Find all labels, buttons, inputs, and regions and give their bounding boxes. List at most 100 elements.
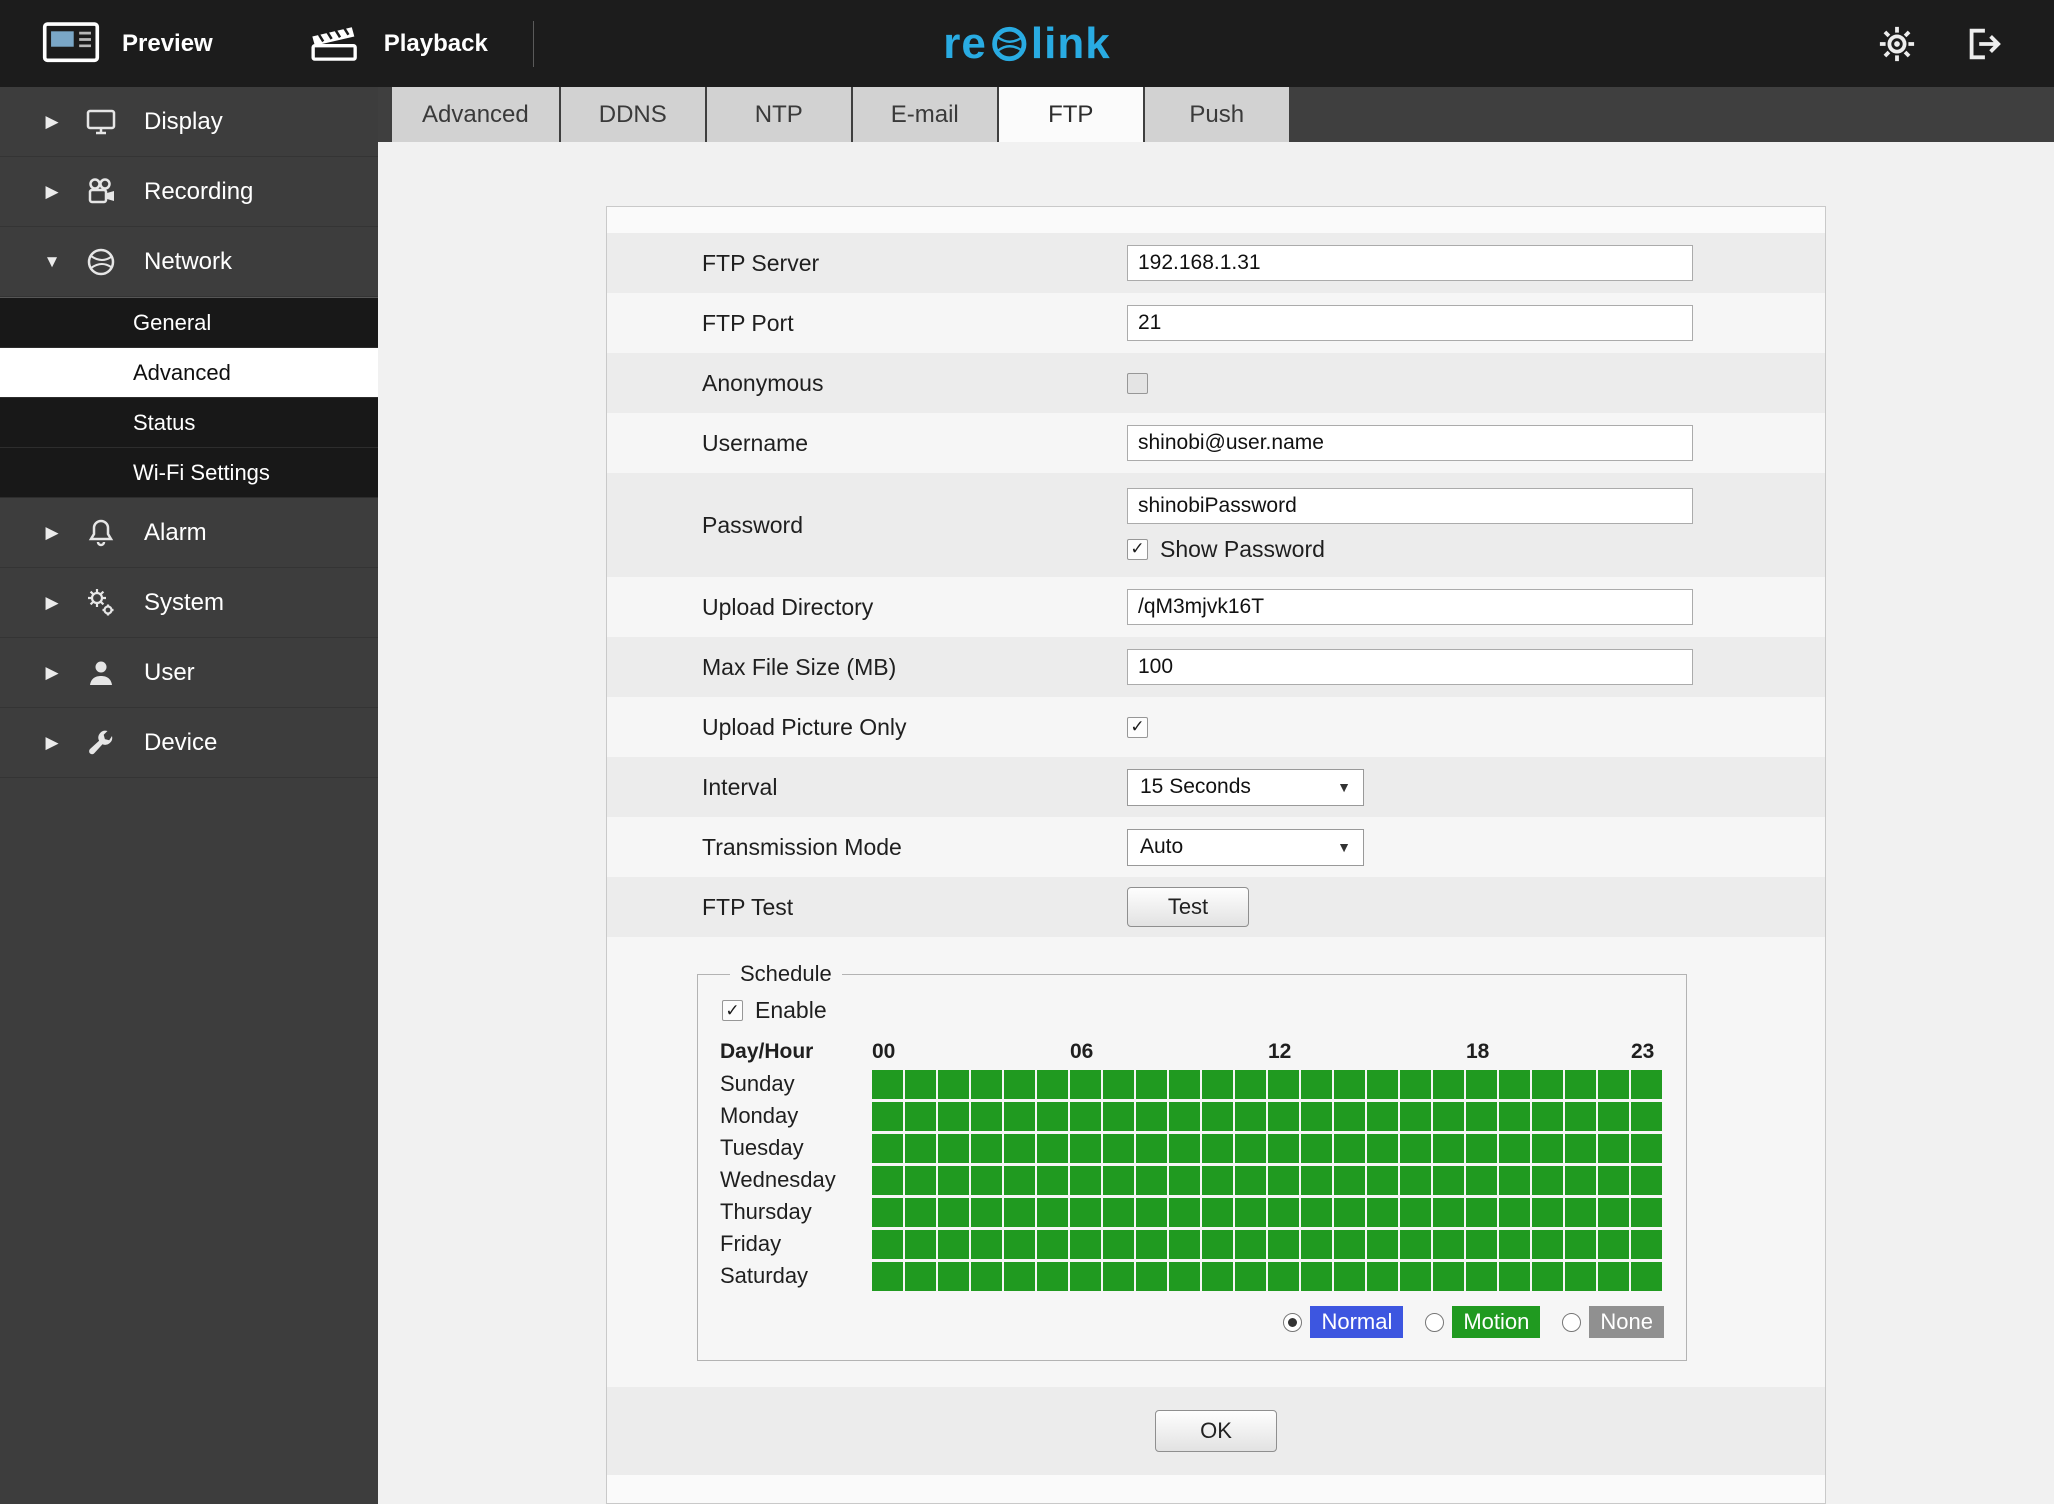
schedule-cell[interactable] xyxy=(1136,1069,1167,1099)
schedule-cell[interactable] xyxy=(938,1069,969,1099)
schedule-cell[interactable] xyxy=(1367,1165,1398,1195)
schedule-cell[interactable] xyxy=(1466,1261,1497,1291)
schedule-cell[interactable] xyxy=(1169,1101,1200,1131)
schedule-cell[interactable] xyxy=(1598,1229,1629,1259)
schedule-cell[interactable] xyxy=(1202,1133,1233,1163)
ftp-server-input[interactable] xyxy=(1127,245,1693,281)
schedule-cell[interactable] xyxy=(1004,1165,1035,1195)
ftp-port-input[interactable] xyxy=(1127,305,1693,341)
schedule-cell[interactable] xyxy=(1202,1101,1233,1131)
sidebar-item-device[interactable]: ▶ Device xyxy=(0,708,378,778)
schedule-cell[interactable] xyxy=(1565,1069,1596,1099)
schedule-cell[interactable] xyxy=(1136,1197,1167,1227)
schedule-cell[interactable] xyxy=(1037,1101,1068,1131)
ok-button[interactable]: OK xyxy=(1155,1410,1277,1452)
schedule-cell[interactable] xyxy=(1070,1261,1101,1291)
schedule-cell[interactable] xyxy=(1400,1101,1431,1131)
schedule-cell[interactable] xyxy=(905,1165,936,1195)
schedule-cell[interactable] xyxy=(971,1165,1002,1195)
sidebar-item-user[interactable]: ▶ User xyxy=(0,638,378,708)
schedule-enable-checkbox[interactable] xyxy=(722,1000,743,1021)
schedule-cell[interactable] xyxy=(872,1229,903,1259)
schedule-cell[interactable] xyxy=(1103,1261,1134,1291)
tab-ntp[interactable]: NTP xyxy=(706,87,851,142)
tab-advanced[interactable]: Advanced xyxy=(392,87,559,142)
preview-nav[interactable]: Preview xyxy=(42,21,213,67)
schedule-cell[interactable] xyxy=(971,1069,1002,1099)
transmission-mode-select[interactable]: Auto ▼ xyxy=(1127,828,1364,866)
schedule-cell[interactable] xyxy=(1334,1165,1365,1195)
sidebar-subitem-status[interactable]: Status xyxy=(0,398,378,448)
schedule-cell[interactable] xyxy=(1202,1197,1233,1227)
schedule-cell[interactable] xyxy=(1499,1069,1530,1099)
schedule-cell[interactable] xyxy=(1235,1101,1266,1131)
schedule-cell[interactable] xyxy=(1631,1101,1662,1131)
schedule-cell[interactable] xyxy=(1004,1197,1035,1227)
schedule-cell[interactable] xyxy=(971,1101,1002,1131)
schedule-cell[interactable] xyxy=(938,1133,969,1163)
schedule-cell[interactable] xyxy=(1235,1165,1266,1195)
schedule-cell[interactable] xyxy=(938,1261,969,1291)
show-password-checkbox[interactable] xyxy=(1127,538,1148,560)
schedule-cell[interactable] xyxy=(1301,1101,1332,1131)
expand-arrow-icon[interactable]: ▶ xyxy=(40,733,64,753)
schedule-cell[interactable] xyxy=(1037,1261,1068,1291)
schedule-cell[interactable] xyxy=(1202,1229,1233,1259)
schedule-cell[interactable] xyxy=(1499,1165,1530,1195)
schedule-cell[interactable] xyxy=(1367,1229,1398,1259)
expand-arrow-icon[interactable]: ▶ xyxy=(40,523,64,543)
schedule-cell[interactable] xyxy=(1037,1133,1068,1163)
schedule-cell[interactable] xyxy=(1631,1165,1662,1195)
schedule-cell[interactable] xyxy=(1301,1069,1332,1099)
schedule-cell[interactable] xyxy=(1070,1069,1101,1099)
schedule-cell[interactable] xyxy=(1136,1229,1167,1259)
sidebar-item-recording[interactable]: ▶ Recording xyxy=(0,157,378,227)
schedule-cell[interactable] xyxy=(905,1197,936,1227)
schedule-cell[interactable] xyxy=(1070,1197,1101,1227)
schedule-cell[interactable] xyxy=(1400,1069,1431,1099)
sidebar-item-network[interactable]: ▼ Network xyxy=(0,227,378,297)
expand-arrow-icon[interactable]: ▶ xyxy=(40,593,64,613)
schedule-cell[interactable] xyxy=(1598,1069,1629,1099)
schedule-cell[interactable] xyxy=(971,1229,1002,1259)
schedule-cell[interactable] xyxy=(1004,1261,1035,1291)
schedule-cell[interactable] xyxy=(1433,1069,1464,1099)
tab-push[interactable]: Push xyxy=(1144,87,1289,142)
schedule-cell[interactable] xyxy=(905,1261,936,1291)
schedule-cell[interactable] xyxy=(1631,1197,1662,1227)
schedule-cell[interactable] xyxy=(938,1229,969,1259)
schedule-cell[interactable] xyxy=(1433,1133,1464,1163)
schedule-cell[interactable] xyxy=(905,1229,936,1259)
schedule-cell[interactable] xyxy=(1070,1165,1101,1195)
schedule-cell[interactable] xyxy=(1433,1101,1464,1131)
upload-picture-only-checkbox[interactable] xyxy=(1127,716,1148,738)
sidebar-subitem-wifi-settings[interactable]: Wi-Fi Settings xyxy=(0,448,378,498)
schedule-cell[interactable] xyxy=(1631,1069,1662,1099)
schedule-cell[interactable] xyxy=(1532,1229,1563,1259)
schedule-cell[interactable] xyxy=(1037,1229,1068,1259)
sidebar-item-display[interactable]: ▶ Display xyxy=(0,87,378,157)
schedule-cell[interactable] xyxy=(1466,1229,1497,1259)
schedule-cell[interactable] xyxy=(1037,1197,1068,1227)
schedule-cell[interactable] xyxy=(1466,1165,1497,1195)
schedule-cell[interactable] xyxy=(1235,1133,1266,1163)
schedule-cell[interactable] xyxy=(872,1165,903,1195)
schedule-cell[interactable] xyxy=(872,1069,903,1099)
upload-directory-input[interactable] xyxy=(1127,589,1693,625)
anonymous-checkbox[interactable] xyxy=(1127,372,1148,394)
schedule-cell[interactable] xyxy=(1334,1133,1365,1163)
sidebar-item-system[interactable]: ▶ System xyxy=(0,568,378,638)
schedule-cell[interactable] xyxy=(1400,1165,1431,1195)
schedule-cell[interactable] xyxy=(1598,1261,1629,1291)
schedule-cell[interactable] xyxy=(872,1261,903,1291)
schedule-cell[interactable] xyxy=(1169,1133,1200,1163)
schedule-cell[interactable] xyxy=(1235,1261,1266,1291)
schedule-cell[interactable] xyxy=(1268,1069,1299,1099)
schedule-cell[interactable] xyxy=(1136,1165,1167,1195)
schedule-cell[interactable] xyxy=(1565,1261,1596,1291)
schedule-cell[interactable] xyxy=(1400,1133,1431,1163)
schedule-cell[interactable] xyxy=(1070,1229,1101,1259)
schedule-cell[interactable] xyxy=(1598,1101,1629,1131)
schedule-cell[interactable] xyxy=(1499,1197,1530,1227)
schedule-cell[interactable] xyxy=(872,1101,903,1131)
